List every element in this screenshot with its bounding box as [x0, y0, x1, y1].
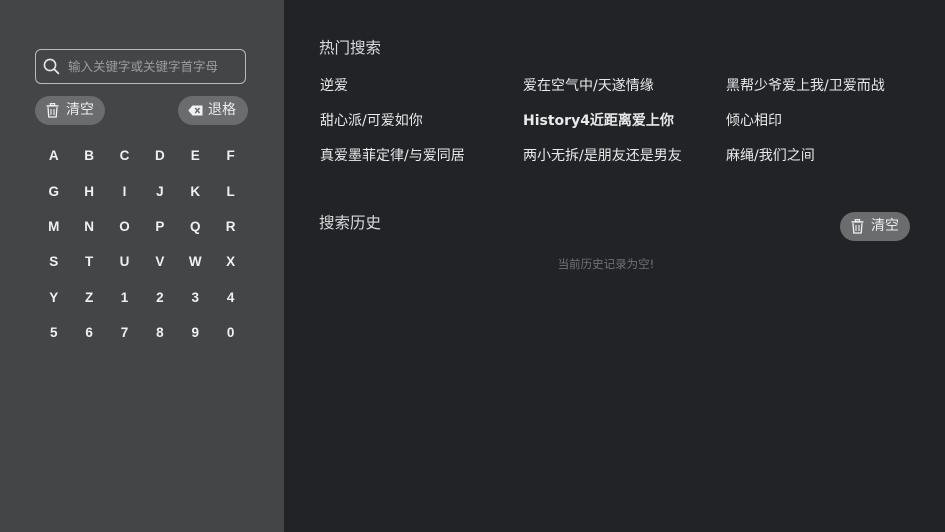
clear-history-label: 清空 [871, 218, 899, 234]
backspace-label: 退格 [208, 102, 236, 118]
search-placeholder: 输入关键字或关键字首字母 [68, 59, 219, 74]
clear-input-button[interactable]: 清空 [35, 96, 105, 125]
key-z[interactable]: Z [71, 280, 106, 315]
key-e[interactable]: E [178, 138, 213, 173]
key-d[interactable]: D [142, 138, 177, 173]
key-q[interactable]: Q [178, 209, 213, 244]
hot-search-item[interactable]: 真爱墨菲定律/与爱同居 [320, 146, 465, 166]
hot-search-item[interactable]: 黑帮少爷爱上我/卫爱而战 [726, 76, 885, 96]
hot-search-item[interactable]: 两小无拆/是朋友还是男友 [523, 146, 682, 166]
left-panel: 输入关键字或关键字首字母 清空 退格 A B C D E F G H I J K… [0, 0, 284, 532]
key-m[interactable]: M [36, 209, 71, 244]
key-t[interactable]: T [71, 244, 106, 279]
key-v[interactable]: V [142, 244, 177, 279]
key-y[interactable]: Y [36, 280, 71, 315]
key-w[interactable]: W [178, 244, 213, 279]
clear-history-button[interactable]: 清空 [840, 212, 910, 241]
key-s[interactable]: S [36, 244, 71, 279]
key-3[interactable]: 3 [178, 280, 213, 315]
key-k[interactable]: K [178, 173, 213, 208]
key-f[interactable]: F [213, 138, 248, 173]
hot-search-title: 热门搜索 [319, 39, 382, 57]
clear-input-label: 清空 [66, 102, 94, 118]
key-j[interactable]: J [142, 173, 177, 208]
hot-search-item[interactable]: 逆爱 [320, 76, 348, 96]
hot-search-item[interactable]: 麻绳/我们之间 [726, 146, 815, 166]
letter-keyboard: A B C D E F G H I J K L M N O P Q R S T … [36, 138, 248, 350]
key-2[interactable]: 2 [142, 280, 177, 315]
hot-search-item[interactable]: 爱在空气中/天遂情缘 [523, 76, 654, 96]
key-o[interactable]: O [107, 209, 142, 244]
hot-search-item[interactable]: 甜心派/可爱如你 [320, 111, 423, 131]
trash-icon [46, 103, 59, 118]
hot-search-item[interactable]: History4近距离爱上你 [523, 111, 674, 131]
key-1[interactable]: 1 [107, 280, 142, 315]
key-4[interactable]: 4 [213, 280, 248, 315]
hot-search-item[interactable]: 倾心相印 [726, 111, 782, 131]
key-8[interactable]: 8 [142, 315, 177, 350]
backspace-icon [188, 105, 203, 116]
key-l[interactable]: L [213, 173, 248, 208]
key-n[interactable]: N [71, 209, 106, 244]
search-history-title: 搜索历史 [319, 214, 382, 232]
key-c[interactable]: C [107, 138, 142, 173]
trash-icon [851, 219, 864, 234]
key-i[interactable]: I [107, 173, 142, 208]
key-r[interactable]: R [213, 209, 248, 244]
key-0[interactable]: 0 [213, 315, 248, 350]
search-icon [43, 58, 60, 75]
key-u[interactable]: U [107, 244, 142, 279]
key-a[interactable]: A [36, 138, 71, 173]
key-5[interactable]: 5 [36, 315, 71, 350]
key-9[interactable]: 9 [178, 315, 213, 350]
key-6[interactable]: 6 [71, 315, 106, 350]
key-h[interactable]: H [71, 173, 106, 208]
search-input[interactable]: 输入关键字或关键字首字母 [35, 49, 246, 84]
history-empty-message: 当前历史记录为空! [557, 257, 655, 271]
key-7[interactable]: 7 [107, 315, 142, 350]
key-p[interactable]: P [142, 209, 177, 244]
search-screen: 输入关键字或关键字首字母 清空 退格 A B C D E F G H I J K… [0, 0, 945, 532]
backspace-button[interactable]: 退格 [178, 96, 248, 125]
key-b[interactable]: B [71, 138, 106, 173]
key-g[interactable]: G [36, 173, 71, 208]
key-x[interactable]: X [213, 244, 248, 279]
